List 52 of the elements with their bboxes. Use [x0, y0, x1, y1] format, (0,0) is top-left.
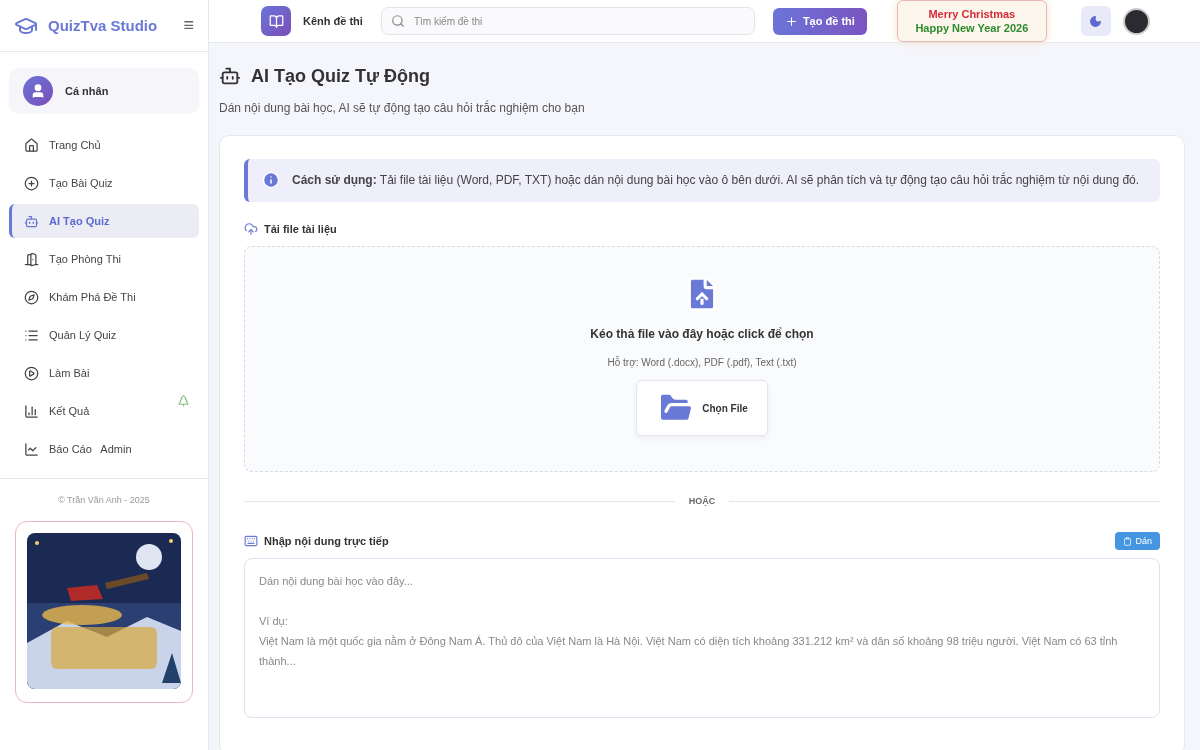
- search-field[interactable]: Tìm kiếm đề thi: [380, 7, 755, 35]
- nav-item[interactable]: Kết Quả: [9, 394, 199, 428]
- nav-item[interactable]: Báo Cáo Admin: [9, 432, 199, 466]
- bar-chart-icon: [24, 403, 39, 419]
- robot-icon: [219, 65, 241, 87]
- profile-card[interactable]: Cá nhân: [9, 68, 199, 114]
- profile-label: Cá nhân: [65, 85, 109, 97]
- channel-label: Kênh đề thi: [303, 15, 363, 27]
- nav-item[interactable]: Tạo Bài Quiz: [9, 166, 199, 200]
- moon-icon: [1089, 14, 1103, 28]
- nav-item[interactable]: Khám Phá Đề Thi: [9, 280, 199, 314]
- info-icon: [262, 171, 280, 189]
- plus-icon: [784, 14, 798, 28]
- nav-item[interactable]: Tạo Phòng Thi: [9, 242, 199, 276]
- info-text: Cách sử dụng: Tải file tài liệu (Word, PDF, TXT) hoặc dán nội dung bài học vào ô bên dưới. AI sẽ phân tích và tự động tạo câu hỏi trắc nghiệm từ nội dung đó.: [292, 171, 1140, 189]
- nav-item[interactable]: Quản Lý Quiz: [9, 318, 199, 352]
- nav-item[interactable]: AI Tạo Quiz: [9, 204, 199, 238]
- greeting-text: Happy New Year 2026: [915, 21, 1029, 35]
- content-input[interactable]: Dán nội dung bài học vào đây... Ví dụ: Việt Nam là một quốc gia nằm ở Đông Nam Á. Thủ đô của Việt Nam là Hà Nội. Việt Nam có diện tích khoảng 331.212 km² và dân số khoảng 98 triệu người. Việt Nam có 63 tỉnh thành...: [244, 558, 1160, 718]
- cloud-upload-icon: [244, 222, 258, 236]
- support-text: Hỗ trợ: Word (.docx), PDF (.pdf), Text (.txt): [607, 357, 797, 368]
- book-icon[interactable]: [261, 6, 291, 36]
- house-icon: [24, 137, 39, 153]
- create-button[interactable]: Tạo đề thi: [772, 7, 867, 35]
- plus-circle-icon: [24, 175, 39, 191]
- theme-button[interactable]: [1080, 6, 1111, 36]
- clipboard-icon: [1123, 536, 1133, 546]
- line-chart-icon: [24, 441, 39, 457]
- menu-button[interactable]: ≡: [183, 15, 194, 36]
- play-icon: [24, 365, 39, 381]
- greeting-text: Merry Christmas: [928, 7, 1016, 21]
- keyboard-icon: [244, 534, 258, 548]
- robot-icon: [24, 213, 39, 229]
- page-subtitle: Dán nội dung bài học, AI sẽ tự động tạo câu hỏi trắc nghiệm cho bạn: [219, 101, 586, 115]
- compass-icon: [24, 289, 39, 305]
- choose-file-button[interactable]: Chọn File: [636, 380, 768, 436]
- list-icon: [24, 327, 39, 343]
- nav-item[interactable]: Trang Chủ: [9, 128, 199, 162]
- page-title: AI Tạo Quiz Tự Động: [251, 65, 430, 87]
- brand-name: QuizTva Studio: [48, 17, 159, 34]
- nav-item[interactable]: Làm Bài: [9, 356, 199, 390]
- copyright: © Trần Văn Anh - 2025: [58, 495, 150, 505]
- drop-zone[interactable]: Kéo thả file vào đây hoặc click để chọn Hỗ trợ: Word (.docx), PDF (.pdf), Text (.txt) Chọn File: [244, 246, 1160, 472]
- divider-label: HOẶC: [688, 496, 716, 506]
- door-icon: [24, 251, 39, 267]
- section-heading: Nhập nội dung trực tiếp: [264, 535, 389, 547]
- avatar-icon: [23, 76, 53, 106]
- section-heading: Tải file tài liệu: [264, 223, 337, 235]
- tree-icon: [177, 394, 190, 407]
- search-icon: [390, 14, 405, 28]
- drop-prompt: Kéo thả file vào đây hoặc click để chọn: [590, 327, 814, 341]
- user-avatar[interactable]: [1122, 7, 1150, 35]
